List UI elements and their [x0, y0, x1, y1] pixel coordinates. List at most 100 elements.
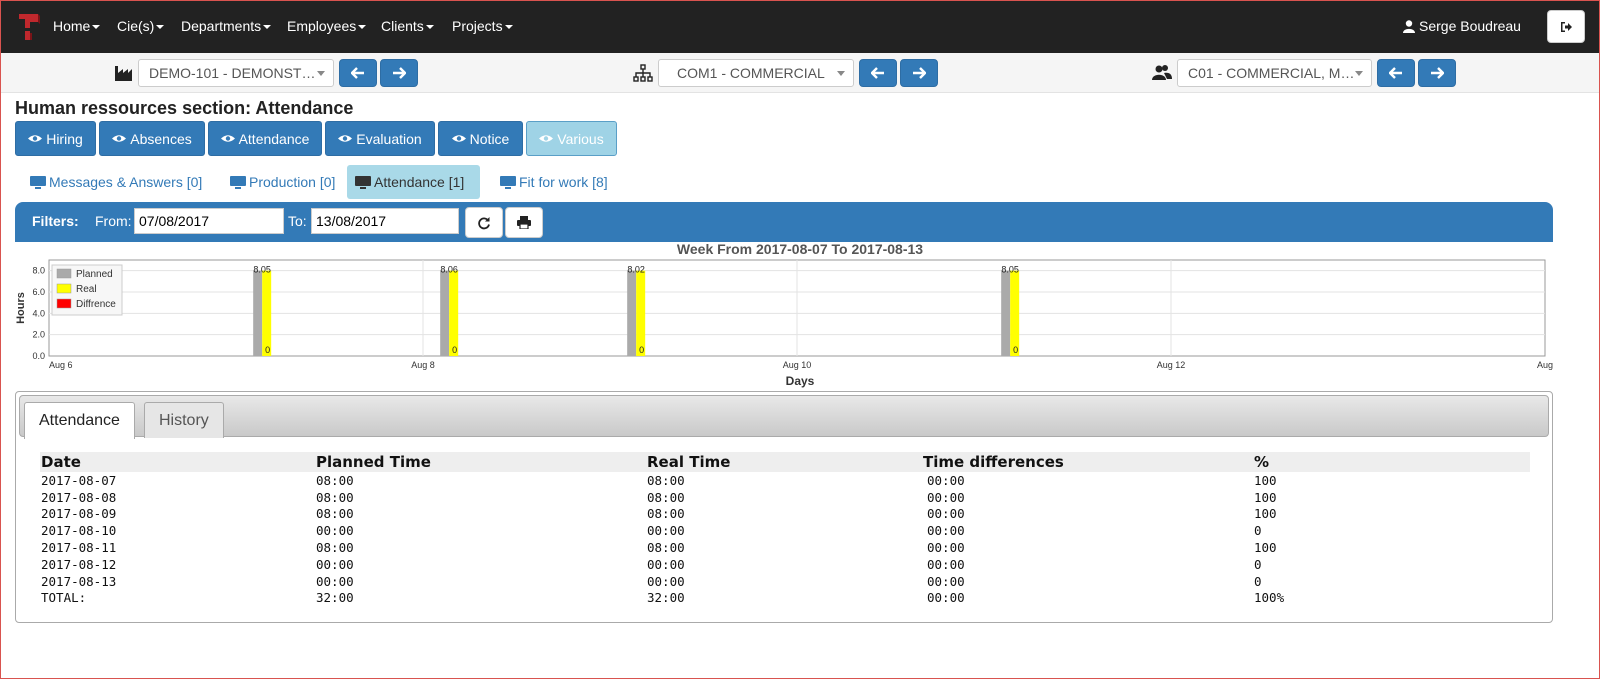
chevron-down-icon	[504, 25, 513, 30]
percent-cell: 0	[1254, 523, 1262, 539]
tab-evaluation[interactable]: Evaluation	[325, 121, 435, 156]
industry-icon	[115, 66, 132, 81]
nav-projects-label: Projects	[452, 18, 503, 34]
nav-home[interactable]: Home	[53, 18, 101, 34]
date-cell: 2017-08-12	[41, 556, 117, 572]
bar-value-label: 8.02	[627, 265, 645, 275]
subtab-production[interactable]: Production [0]	[222, 165, 343, 199]
subtab-fit-for-work-label: Fit for work [8]	[519, 174, 608, 190]
department-next-button[interactable]	[900, 59, 938, 87]
app-logo-icon[interactable]	[16, 11, 42, 43]
subtab-fit-for-work[interactable]: Fit for work [8]	[492, 165, 616, 199]
real-time-cell: 00:00	[647, 523, 685, 539]
bar-real	[262, 270, 272, 356]
tab-notice[interactable]: Notice	[438, 121, 523, 156]
time-difference-cell: 00:00	[927, 573, 965, 589]
time-difference-cell: 00:00	[927, 472, 965, 488]
from-date-input[interactable]	[134, 208, 284, 234]
department-select[interactable]: COM1 - COMMERCIAL	[658, 59, 854, 87]
tab-hiring[interactable]: Hiring	[15, 121, 96, 156]
arrow-right-icon	[1431, 67, 1444, 79]
users-icon	[1152, 65, 1172, 80]
subtab-messages[interactable]: Messages & Answers [0]	[22, 165, 210, 199]
date-cell: 2017-08-13	[41, 573, 117, 589]
real-time-cell: 00:00	[647, 573, 685, 589]
nav-companies-label: Cie(s)	[117, 18, 155, 34]
table-row: 2017-08-09 08:00 08:00 00:00 100	[40, 506, 1530, 523]
logout-button[interactable]	[1547, 10, 1585, 43]
time-difference-cell: 00:00	[927, 523, 965, 539]
time-difference-cell: 00:00	[927, 556, 965, 572]
to-date-input[interactable]	[311, 208, 459, 234]
legend-label: Planned	[76, 269, 113, 280]
bar-value-label: 8.05	[1001, 265, 1019, 275]
refresh-button[interactable]	[465, 207, 503, 238]
table-header-row: Date Planned Time Real Time Time differe…	[40, 452, 1530, 472]
percent-cell: 0	[1254, 573, 1262, 589]
department-prev-button[interactable]	[859, 59, 897, 87]
tab-notice-label: Notice	[469, 130, 510, 147]
tab-history[interactable]: History	[144, 402, 224, 438]
bar-planned	[440, 270, 450, 356]
chart-legend: Planned Real Diffrence	[51, 264, 123, 316]
subtab-attendance-label: Attendance [1]	[374, 174, 465, 190]
planned-time-cell: 08:00	[316, 489, 354, 505]
company-next-button[interactable]	[380, 59, 418, 87]
nav-clients[interactable]: Clients	[381, 18, 434, 34]
nav-employees[interactable]: Employees	[287, 18, 367, 34]
company-prev-button[interactable]	[339, 59, 377, 87]
attendance-panel: Attendance History Date Planned Time Rea…	[15, 391, 1553, 623]
y-tick-label: 6.0	[32, 287, 45, 297]
print-icon	[517, 216, 531, 229]
tab-attendance-table[interactable]: Attendance	[24, 402, 135, 439]
percent-cell: 100	[1254, 506, 1277, 522]
percent-cell: 100	[1254, 540, 1277, 556]
legend-label: Real	[76, 284, 97, 295]
eye-icon	[28, 135, 43, 142]
col-time-differences: Time differences	[922, 452, 1253, 472]
page-title: Human ressources section: Attendance	[15, 98, 354, 118]
monitor-icon	[500, 175, 516, 189]
arrow-left-icon	[351, 67, 364, 79]
time-difference-cell: 00:00	[927, 489, 965, 505]
time-difference-cell: 00:00	[927, 590, 965, 606]
percent-cell: 100	[1254, 489, 1277, 505]
nav-projects[interactable]: Projects	[452, 18, 513, 34]
filters-bar: Filters: From: To:	[15, 202, 1553, 242]
employee-prev-button[interactable]	[1377, 59, 1415, 87]
attendance-chart: Week From 2017-08-07 To 2017-08-13 8.05 0…	[15, 242, 1553, 388]
real-time-cell: 08:00	[647, 506, 685, 522]
employee-select-value: C01 - COMMERCIAL, M…	[1188, 65, 1355, 81]
tab-attendance[interactable]: Attendance	[208, 121, 322, 156]
user-menu[interactable]: Serge Boudreau	[1403, 18, 1521, 34]
chevron-down-icon	[358, 25, 367, 30]
diff-value-label: 0	[1013, 345, 1018, 355]
diff-value-label: 0	[639, 345, 644, 355]
monitor-icon	[30, 175, 46, 189]
nav-companies[interactable]: Cie(s)	[117, 18, 165, 34]
print-button[interactable]	[505, 207, 543, 238]
chevron-down-icon	[425, 25, 434, 30]
real-time-cell: 08:00	[647, 472, 685, 488]
y-axis-ticks: 0.0 2.0 4.0 6.0 8.0	[32, 266, 45, 361]
tab-absences[interactable]: Absences	[99, 121, 205, 156]
employee-select[interactable]: C01 - COMMERCIAL, M…	[1177, 59, 1372, 87]
bar-planned	[627, 270, 637, 356]
planned-time-cell: 08:00	[316, 506, 354, 522]
subtab-attendance[interactable]: Attendance [1]	[347, 165, 480, 199]
top-navbar: Home Cie(s) Departments Employees Client…	[0, 0, 1600, 53]
filters-label: Filters:	[32, 213, 79, 229]
employee-next-button[interactable]	[1418, 59, 1456, 87]
tab-evaluation-label: Evaluation	[356, 130, 422, 147]
arrow-left-icon	[871, 67, 884, 79]
date-cell: 2017-08-11	[41, 540, 117, 556]
nav-departments[interactable]: Departments	[181, 18, 272, 34]
tab-various[interactable]: Various	[526, 121, 617, 156]
diff-value-label: 0	[265, 345, 270, 355]
selector-bar: DEMO-101 - DEMONST… COM1 - COMMERCIAL C0…	[0, 53, 1600, 93]
eye-icon	[338, 135, 353, 142]
table-row: 2017-08-10 00:00 00:00 00:00 0	[40, 522, 1530, 539]
subtab-messages-label: Messages & Answers [0]	[49, 174, 203, 190]
date-cell: 2017-08-07	[41, 472, 117, 488]
company-select[interactable]: DEMO-101 - DEMONST…	[138, 59, 334, 87]
